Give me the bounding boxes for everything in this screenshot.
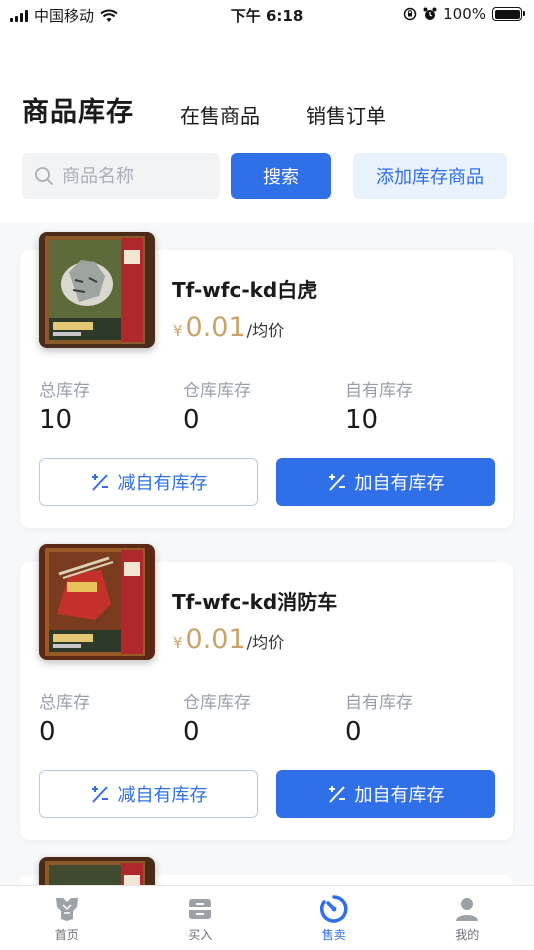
top-tabs: 商品库存 在售商品 销售订单 <box>22 90 432 129</box>
decrease-own-stock-button[interactable]: 减自有库存 <box>39 458 258 506</box>
status-bar: 中国移动 下午 6:18 100% <box>0 0 534 28</box>
timer-icon <box>319 894 349 924</box>
price-unit: /均价 <box>246 633 285 652</box>
decrease-own-stock-button[interactable]: 减自有库存 <box>39 770 258 818</box>
warehouse-stock-value: 0 <box>183 405 200 435</box>
total-stock-label: 总库存 <box>39 693 90 713</box>
tab-on-sale[interactable]: 在售商品 <box>180 100 260 129</box>
product-image[interactable] <box>39 232 155 348</box>
total-stock-value: 0 <box>39 717 56 747</box>
tabbar-item-sell[interactable]: 售卖 <box>267 886 401 950</box>
tab-inventory[interactable]: 商品库存 <box>22 90 134 129</box>
plus-minus-icon <box>91 474 108 491</box>
search-icon <box>35 167 53 185</box>
tab-sales-orders[interactable]: 销售订单 <box>306 100 386 129</box>
tabbar-label: 首页 <box>54 928 79 942</box>
warehouse-stock-value: 0 <box>183 717 200 747</box>
increase-own-stock-button[interactable]: 加自有库存 <box>276 770 495 818</box>
header: 商品库存 在售商品 销售订单 搜索 添加库存商品 <box>0 28 534 223</box>
own-stock-label: 自有库存 <box>345 381 413 401</box>
inbox-icon <box>185 894 215 924</box>
add-stock-item-button[interactable]: 添加库存商品 <box>353 153 507 199</box>
product-price: ¥ 0.01 /均价 <box>173 624 284 655</box>
currency-symbol: ¥ <box>173 634 183 652</box>
transformers-logo-icon <box>52 894 82 924</box>
plus-minus-icon <box>91 786 108 803</box>
price-value: 0.01 <box>185 312 246 343</box>
tabbar-item-me[interactable]: 我的 <box>401 886 534 950</box>
product-name: Tf-wfc-kd白虎 <box>172 278 318 302</box>
product-card[interactable]: Tf-wfc-kd消防车 ¥ 0.01 /均价 总库存 仓库库存 自有库存 0 … <box>20 544 513 840</box>
currency-symbol: ¥ <box>173 322 183 340</box>
own-stock-label: 自有库存 <box>345 693 413 713</box>
alarm-icon <box>423 7 437 20</box>
search-box[interactable] <box>22 153 220 199</box>
total-stock-label: 总库存 <box>39 381 90 401</box>
bottom-tab-bar: 首页 买入 售卖 我的 <box>0 885 534 950</box>
tabbar-label: 我的 <box>455 928 480 942</box>
status-right: 100% <box>403 5 525 23</box>
decrease-label: 减自有库存 <box>117 473 208 494</box>
search-button[interactable]: 搜索 <box>231 153 331 199</box>
increase-label: 加自有库存 <box>354 473 445 494</box>
increase-label: 加自有库存 <box>354 785 445 806</box>
product-name: Tf-wfc-kd消防车 <box>172 590 338 614</box>
price-value: 0.01 <box>185 624 246 655</box>
plus-minus-icon <box>328 786 345 803</box>
rotation-lock-icon <box>403 7 417 21</box>
search-row: 搜索 添加库存商品 <box>22 153 512 199</box>
decrease-label: 减自有库存 <box>117 785 208 806</box>
total-stock-value: 10 <box>39 405 73 435</box>
product-price: ¥ 0.01 /均价 <box>173 312 284 343</box>
user-icon <box>452 894 482 924</box>
price-unit: /均价 <box>246 321 285 340</box>
own-stock-value: 10 <box>345 405 379 435</box>
search-input[interactable] <box>62 165 212 187</box>
battery-icon <box>492 7 525 21</box>
plus-minus-icon <box>328 474 345 491</box>
warehouse-stock-label: 仓库库存 <box>183 693 251 713</box>
product-card[interactable]: Tf-wfc-kd白虎 ¥ 0.01 /均价 总库存 仓库库存 自有库存 10 … <box>20 232 513 528</box>
increase-own-stock-button[interactable]: 加自有库存 <box>276 458 495 506</box>
product-image[interactable] <box>39 544 155 660</box>
tabbar-label: 售卖 <box>321 928 346 942</box>
battery-percent: 100% <box>443 5 486 23</box>
warehouse-stock-label: 仓库库存 <box>183 381 251 401</box>
tabbar-item-home[interactable]: 首页 <box>0 886 134 950</box>
tabbar-label: 买入 <box>188 928 213 942</box>
tabbar-item-buy[interactable]: 买入 <box>134 886 268 950</box>
own-stock-value: 0 <box>345 717 362 747</box>
